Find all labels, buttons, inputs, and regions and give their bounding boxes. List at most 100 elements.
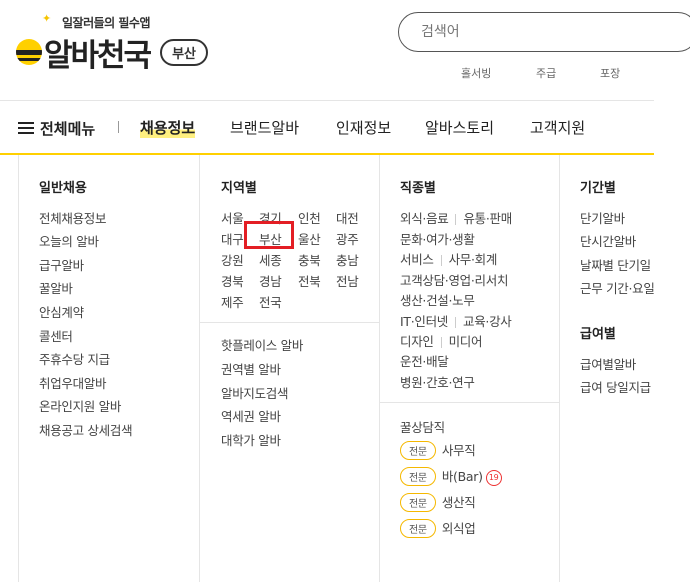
header-divider — [0, 100, 654, 101]
job-row: 생산·건설·노무 — [400, 290, 475, 309]
general-item[interactable]: 취업우대알바 — [39, 373, 107, 392]
region-seoul[interactable]: 서울 — [221, 208, 244, 227]
job-row: 고객상담·영업·리서치 — [400, 270, 508, 289]
logo[interactable]: 알바천국 부산 — [16, 32, 209, 74]
age-restriction-badge: 19 — [485, 469, 502, 486]
general-title: 일반채용 — [39, 181, 87, 196]
period-column: 기간별 단기알바 단시간알바 날짜별 단기일 근무 기간·요일 급여별 급여별알… — [559, 155, 655, 582]
region-jeonbuk[interactable]: 전북 — [298, 271, 321, 290]
region-gwangju[interactable]: 광주 — [336, 229, 359, 248]
general-item[interactable]: 안심계약 — [39, 302, 84, 321]
job-category[interactable]: 서비스 — [400, 252, 434, 267]
sparkle-icon: ✦ — [42, 12, 52, 25]
general-item[interactable]: 오늘의 알바 — [39, 231, 99, 250]
search-input[interactable] — [419, 23, 623, 41]
job-category[interactable]: 병원·간호·연구 — [400, 375, 475, 390]
job-category[interactable]: IT·인터넷 — [400, 314, 448, 329]
special-item[interactable]: 전문 외식업 — [400, 518, 476, 538]
divider — [440, 255, 442, 266]
expert-chip: 전문 — [400, 493, 436, 512]
general-item[interactable]: 채용공고 상세검색 — [39, 420, 133, 439]
special-item[interactable]: 전문 사무직 — [400, 440, 476, 460]
region-gangwon[interactable]: 강원 — [221, 250, 244, 269]
search-box[interactable] — [398, 12, 690, 52]
region-gyeongnam[interactable]: 경남 — [259, 271, 282, 290]
region-daejeon[interactable]: 대전 — [336, 208, 359, 227]
special-item[interactable]: 전문 바(Bar) 19 — [400, 466, 502, 486]
hamburger-icon — [18, 122, 34, 135]
job-category[interactable]: 문화·여가·생활 — [400, 232, 475, 247]
quick-link-weekly-pay[interactable]: 주급 — [536, 65, 556, 81]
pay-item[interactable]: 급여 당일지급 — [580, 377, 651, 396]
all-menu-button[interactable]: 전체메뉴 — [18, 118, 95, 139]
region-extra-item[interactable]: 알바지도검색 — [221, 383, 289, 402]
mega-menu-panel: 일반채용 전체채용정보 오늘의 알바 급구알바 꿀알바 안심계약 콜센터 주휴수… — [18, 155, 655, 582]
region-daegu[interactable]: 대구 — [221, 229, 244, 248]
job-category[interactable]: 미디어 — [449, 334, 483, 349]
quick-link-hall[interactable]: 홀서빙 — [461, 65, 491, 81]
period-item[interactable]: 단시간알바 — [580, 231, 636, 250]
pay-title: 급여별 — [580, 327, 616, 342]
quick-link-packing[interactable]: 포장 — [600, 65, 620, 81]
job-category[interactable]: 사무·회계 — [449, 252, 498, 267]
region-gyeongbuk[interactable]: 경북 — [221, 271, 244, 290]
region-chungbuk[interactable]: 충북 — [298, 250, 321, 269]
nav-separator — [118, 121, 119, 133]
region-jeonnam[interactable]: 전남 — [336, 271, 359, 290]
general-item[interactable]: 급구알바 — [39, 255, 84, 274]
job-category[interactable]: 유통·판매 — [463, 211, 512, 226]
region-sejong[interactable]: 세종 — [259, 250, 282, 269]
job-category[interactable]: 생산·건설·노무 — [400, 293, 475, 308]
region-extra-item[interactable]: 대학가 알바 — [221, 430, 281, 449]
region-incheon[interactable]: 인천 — [298, 208, 321, 227]
period-item[interactable]: 단기알바 — [580, 208, 625, 227]
nav-item-story[interactable]: 알바스토리 — [425, 117, 494, 138]
job-row: 운전·배달 — [400, 351, 449, 370]
region-badge[interactable]: 부산 — [160, 38, 209, 66]
job-category[interactable]: 운전·배달 — [400, 354, 449, 369]
general-item[interactable]: 전체채용정보 — [39, 208, 107, 227]
nav-item-jobs[interactable]: 채용정보 — [140, 117, 196, 138]
nav-item-support[interactable]: 고객지원 — [530, 117, 585, 138]
general-column: 일반채용 전체채용정보 오늘의 알바 급구알바 꿀알바 안심계약 콜센터 주휴수… — [19, 155, 200, 582]
tagline: 일잘러들의 필수앱 — [62, 16, 151, 30]
job-row: 서비스 사무·회계 — [400, 249, 497, 268]
region-extra-item[interactable]: 역세권 알바 — [221, 406, 281, 425]
region-ulsan[interactable]: 울산 — [298, 229, 321, 248]
job-row: 문화·여가·생활 — [400, 229, 475, 248]
job-category[interactable]: 외식·음료 — [400, 211, 449, 226]
job-category[interactable]: 고객상담·영업·리서치 — [400, 273, 508, 288]
special-label: 바(Bar) — [441, 469, 483, 484]
honey-title: 꿀상담직 — [400, 420, 445, 435]
general-item[interactable]: 주휴수당 지급 — [39, 349, 110, 368]
period-item[interactable]: 날짜별 단기일 — [580, 255, 651, 274]
job-column: 직종별 외식·음료 유통·판매 문화·여가·생활 서비스 사무·회계 고객상담·영업… — [379, 155, 560, 582]
nav-item-brand[interactable]: 브랜드알바 — [230, 117, 299, 138]
region-divider — [199, 322, 379, 323]
all-menu-label: 전체메뉴 — [40, 120, 96, 138]
selection-highlight — [244, 221, 294, 249]
region-jeju[interactable]: 제주 — [221, 292, 244, 311]
logo-text: 알바천국 — [44, 37, 152, 74]
nav-item-talent[interactable]: 인재정보 — [336, 117, 391, 138]
divider — [455, 317, 456, 328]
job-category[interactable]: 디자인 — [400, 334, 434, 349]
general-item[interactable]: 콜센터 — [39, 326, 73, 345]
general-item[interactable]: 꿀알바 — [39, 278, 73, 297]
expert-chip: 전문 — [400, 441, 436, 460]
main-nav: 전체메뉴 채용정보 브랜드알바 인재정보 알바스토리 고객지원 — [0, 104, 654, 152]
special-label: 생산직 — [441, 495, 476, 510]
region-chungnam[interactable]: 충남 — [336, 250, 359, 269]
general-item[interactable]: 온라인지원 알바 — [39, 396, 121, 415]
region-extra-item[interactable]: 권역별 알바 — [221, 359, 281, 378]
pay-item[interactable]: 급여별알바 — [580, 354, 636, 373]
special-item[interactable]: 전문 생산직 — [400, 492, 476, 512]
job-category[interactable]: 교육·강사 — [463, 314, 512, 329]
expert-chip: 전문 — [400, 467, 436, 486]
region-extra-item[interactable]: 핫플레이스 알바 — [221, 335, 303, 354]
period-item[interactable]: 근무 기간·요일 — [580, 278, 655, 297]
expert-chip: 전문 — [400, 519, 436, 538]
divider — [455, 214, 457, 225]
period-title: 기간별 — [580, 181, 616, 196]
region-nationwide[interactable]: 전국 — [259, 292, 282, 311]
